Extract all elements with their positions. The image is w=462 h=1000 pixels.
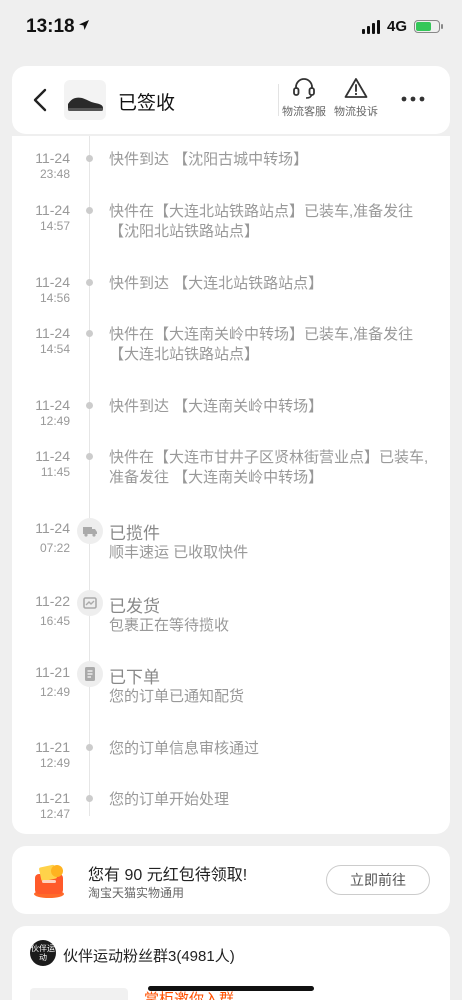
header-card: 已签收 物流客服 物流投诉 [12,66,450,134]
timeline-date: 11-24 [35,325,70,341]
group-preview-image [30,988,128,1000]
go-now-button[interactable]: 立即前往 [326,865,430,895]
timeline-line [89,136,90,816]
timeline-date: 11-24 [35,397,70,413]
timeline-date: 11-24 [35,274,70,290]
logistics-timeline: 11-24 23:48 快件到达 【沈阳古城中转场】 11-24 14:57 快… [12,136,450,834]
product-thumbnail[interactable] [64,80,106,120]
timeline-date: 11-24 [35,202,70,218]
timeline-text: 快件到达 【大连南关岭中转场】 [109,398,324,415]
logistics-service-label: 物流客服 [282,106,326,118]
timeline-text: 您的订单已通知配货 [109,688,245,705]
delivery-status-title: 已签收 [118,93,176,114]
red-packet-promo[interactable]: 您有 90 元红包待领取! 淘宝天猫实物通用 立即前往 [12,846,450,914]
red-packet-icon [34,864,64,898]
timeline-time: 14:56 [39,291,70,305]
timeline-text: 您的订单信息审核通过 [109,740,260,757]
timeline-dot [86,795,93,802]
promo-title: 您有 90 元红包待领取! [88,867,248,884]
timeline-date: 11-21 [35,790,70,806]
timeline-dot [86,155,93,162]
group-name: 伙伴运动粉丝群3(4981人) [63,948,235,965]
timeline-time: 14:57 [39,219,70,233]
location-arrow-icon [79,20,89,30]
timeline-text: 您的订单开始处理 [109,791,230,808]
logistics-complaint-button[interactable]: 物流投诉 [328,76,384,119]
logistics-complaint-label: 物流投诉 [334,106,378,118]
timeline-dot [86,744,93,751]
order-icon [77,661,103,687]
package-icon [77,590,103,616]
timeline-time: 23:48 [39,167,70,181]
timeline-text: 包裹正在等待揽收 [109,617,230,634]
logistics-service-button[interactable]: 物流客服 [276,76,332,119]
timeline-dot [86,330,93,337]
timeline-date: 11-24 [35,448,70,464]
timeline-date: 11-22 [35,593,70,609]
timeline-text: 快件到达 【沈阳古城中转场】 [109,151,309,168]
timeline-time: 12:49 [39,756,70,770]
timeline-date: 11-21 [35,739,70,755]
truck-icon [77,518,103,544]
timeline-time: 11:45 [40,465,70,479]
status-indicators: 4G [361,18,443,35]
network-type: 4G [386,18,407,35]
headset-icon [293,78,315,99]
status-bar: 13:18 4G [0,0,462,56]
timeline-text: 快件在【大连市甘井子区贤林街营业点】已装车,准备发往 【大连南关岭中转场】 [109,449,429,486]
timeline-dot [86,279,93,286]
timeline-text: 快件到达 【大连北站铁路站点】 [109,275,324,292]
signal-icon [361,19,380,34]
timeline-dot [86,453,93,460]
back-icon[interactable] [28,86,52,114]
timeline-time: 07:22 [39,541,70,555]
timeline-text: 顺丰速运 已收取快件 [109,544,249,561]
timeline-time: 16:45 [39,614,70,628]
promo-subtitle: 淘宝天猫实物通用 [88,886,185,900]
battery-icon [414,20,443,33]
timeline-time: 12:49 [39,685,70,699]
timeline-time: 12:47 [39,807,70,821]
timeline-date: 11-21 [35,664,70,680]
more-icon[interactable] [401,94,425,104]
timeline-date: 11-24 [35,150,70,166]
warning-icon [344,78,368,98]
timeline-dot [86,207,93,214]
timeline-time: 14:54 [39,342,70,356]
shoe-icon [68,97,103,111]
home-indicator[interactable] [148,986,314,991]
timeline-time: 12:49 [39,414,70,428]
timeline-dot [86,402,93,409]
group-avatar: 伙伴运动 [30,940,56,966]
timeline-date: 11-24 [35,520,70,536]
timeline-text: 快件在【大连南关岭中转场】已装车,准备发往 【大连北站铁路站点】 [109,326,414,363]
status-time: 13:18 [26,16,75,37]
timeline-text: 快件在【大连北站铁路站点】已装车,准备发往 【沈阳北站铁路站点】 [109,203,414,240]
